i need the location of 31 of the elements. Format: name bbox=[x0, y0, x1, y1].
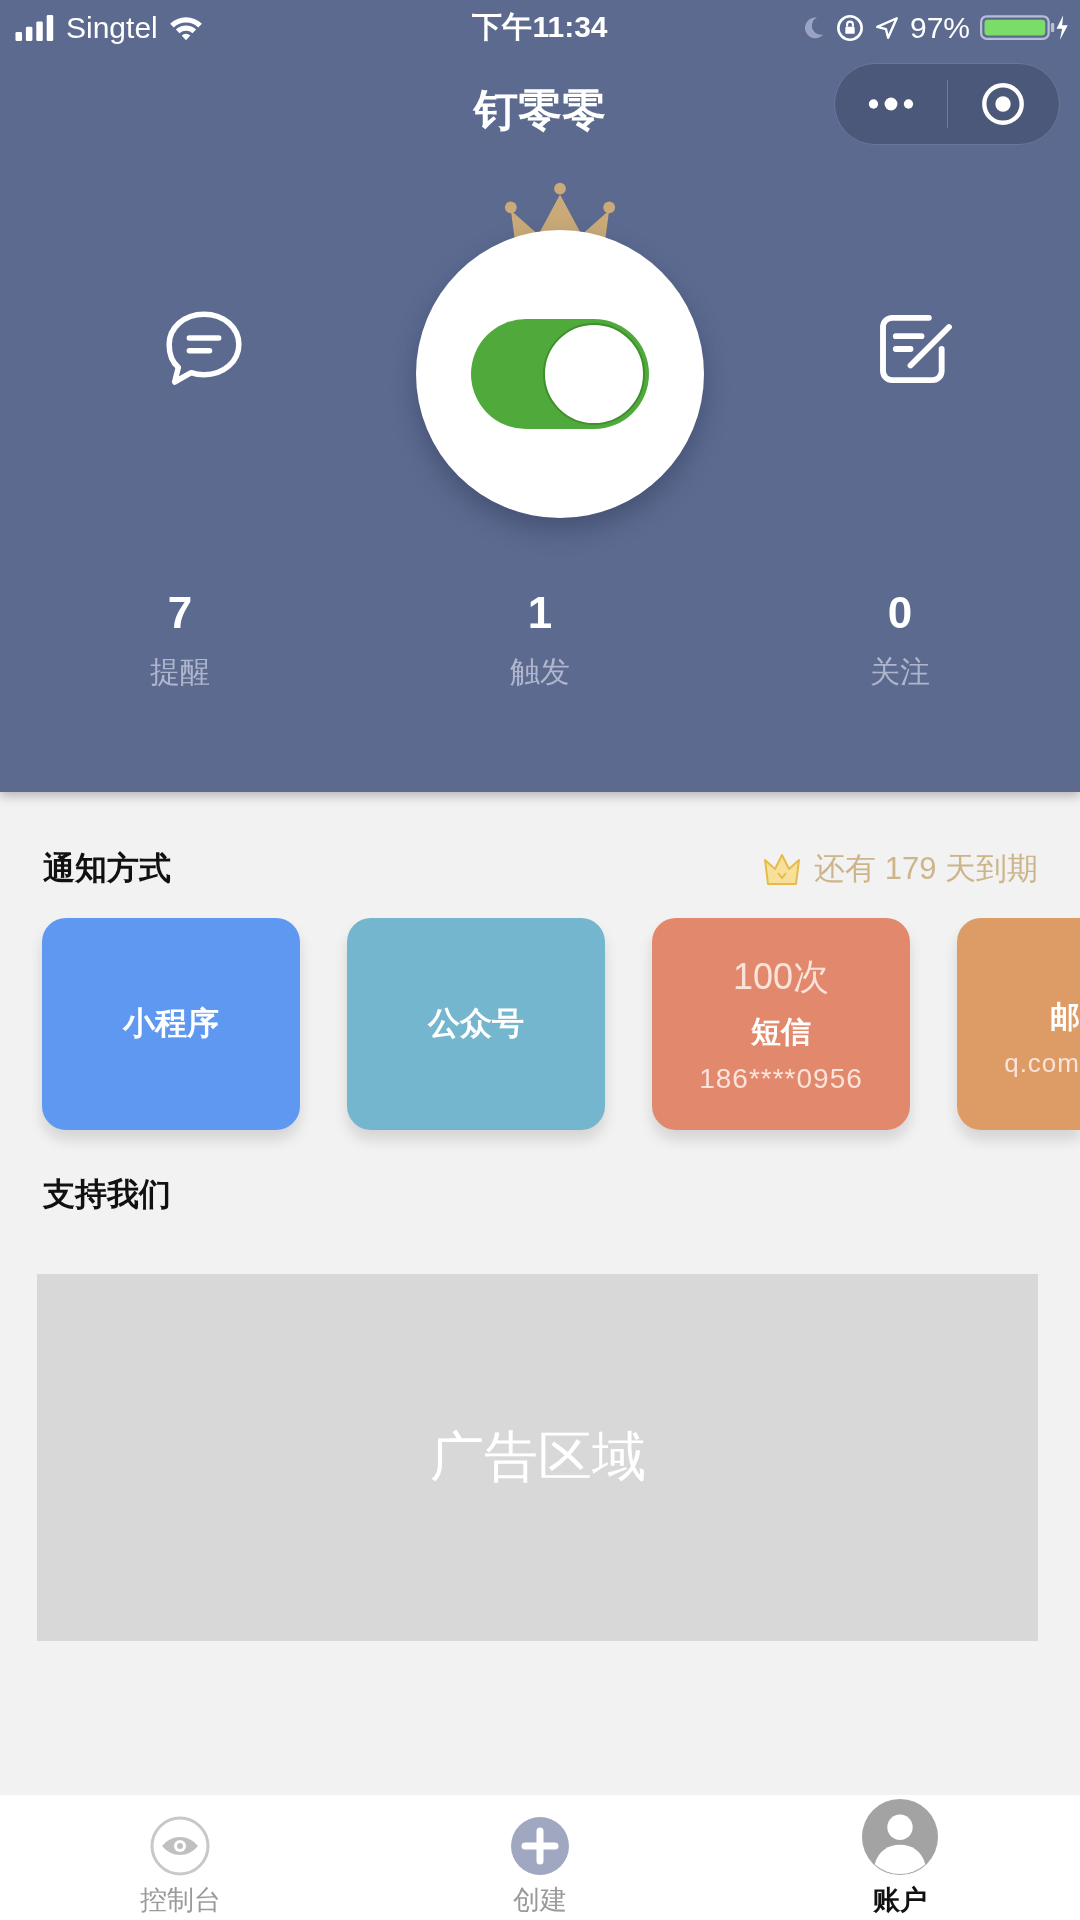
more-icon bbox=[866, 97, 915, 111]
rotation-lock-icon bbox=[835, 13, 864, 42]
clock-time: 下午11:34 bbox=[472, 9, 608, 45]
stat-value: 1 bbox=[527, 588, 553, 638]
stat-label: 触发 bbox=[510, 654, 570, 690]
app-title: 钉零零 bbox=[474, 83, 606, 136]
crown-icon bbox=[762, 851, 803, 887]
signal-icon bbox=[14, 14, 56, 41]
target-icon bbox=[981, 82, 1026, 126]
battery-percent: 97% bbox=[909, 10, 970, 45]
battery-charging-icon bbox=[980, 14, 1070, 41]
eye-icon bbox=[150, 1816, 210, 1876]
expiry-text: 还有 179 天到期 bbox=[814, 850, 1038, 888]
section-title: 支持我们 bbox=[43, 1175, 171, 1214]
stat-value: 7 bbox=[167, 588, 193, 638]
notify-card[interactable]: 邮 q.com bbox=[957, 918, 1080, 1130]
carrier-name: Singtel bbox=[66, 10, 158, 45]
plus-icon bbox=[510, 1816, 570, 1876]
notify-card[interactable]: 公众号 bbox=[347, 918, 605, 1130]
stat-label: 提醒 bbox=[150, 654, 210, 690]
avatar-icon bbox=[861, 1798, 939, 1876]
stat-label: 关注 bbox=[870, 654, 930, 690]
notify-card[interactable]: 小程序 bbox=[42, 918, 300, 1130]
location-arrow-icon bbox=[873, 14, 900, 41]
tab-item[interactable]: 账户 bbox=[800, 1795, 1000, 1920]
tab-item[interactable]: 控制台 bbox=[80, 1795, 280, 1920]
wifi-icon bbox=[167, 14, 204, 41]
stat-value: 0 bbox=[887, 588, 913, 638]
section-title: 通知方式 bbox=[43, 849, 171, 888]
notify-card[interactable]: 100次 短信 186****0956 bbox=[652, 918, 910, 1130]
tab-item[interactable]: 创建 bbox=[440, 1795, 640, 1920]
